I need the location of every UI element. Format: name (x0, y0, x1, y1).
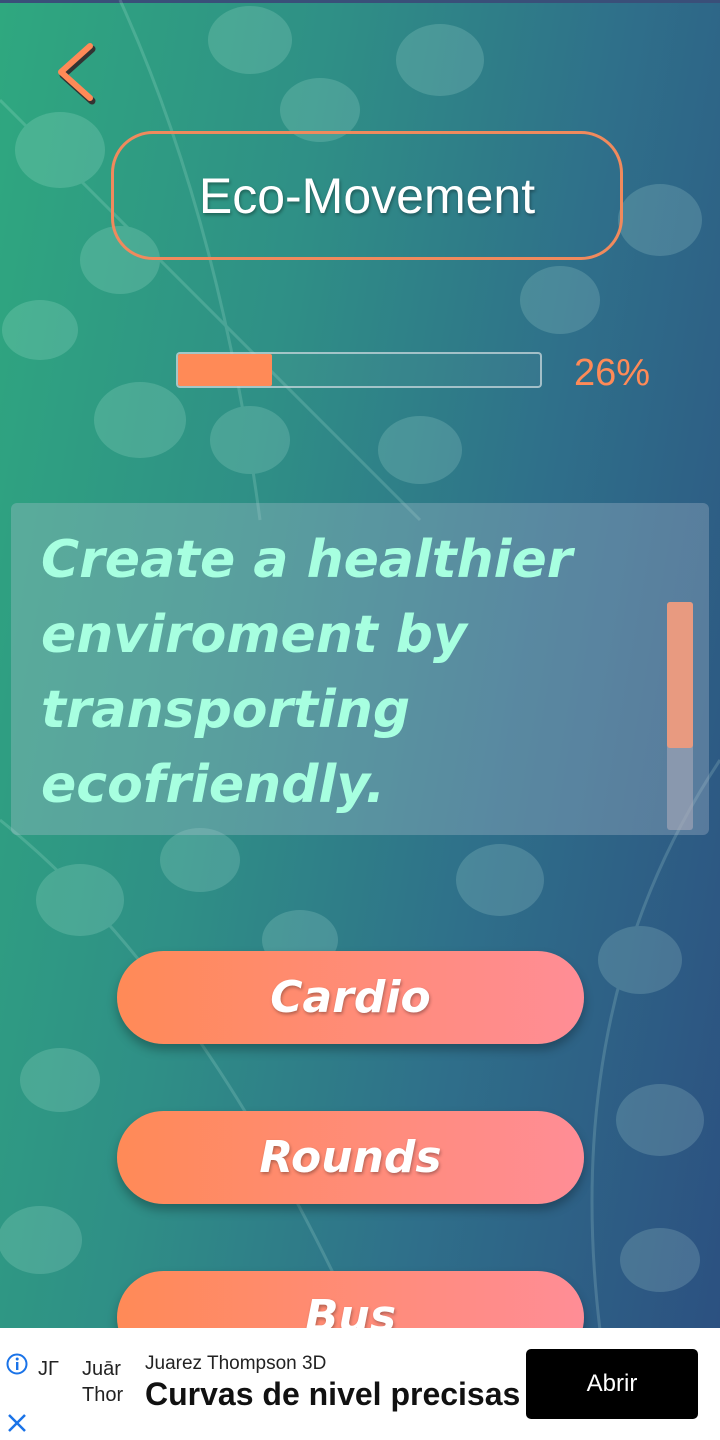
progress-bar-fill (178, 354, 273, 386)
ad-open-button[interactable]: Abrir (526, 1349, 698, 1419)
ad-advertiser-name: Juarez Thompson 3D (145, 1353, 327, 1374)
back-button[interactable] (44, 36, 108, 106)
option-button-rounds[interactable]: Rounds (117, 1111, 584, 1204)
option-button-cardio[interactable]: Cardio (117, 951, 584, 1044)
description-card[interactable]: Create a healthier enviroment by transpo… (11, 503, 709, 835)
description-scrollbar[interactable] (667, 602, 693, 830)
scrollbar-thumb[interactable] (667, 602, 693, 748)
description-text: Create a healthier enviroment by transpo… (41, 530, 573, 815)
progress-bar (176, 352, 542, 388)
info-icon[interactable] (6, 1353, 28, 1375)
ad-logo-text-line: Juār (82, 1358, 121, 1380)
ad-logo-mark: JΓ (38, 1358, 60, 1380)
page-title: Eco-Movement (111, 131, 623, 260)
top-status-line (0, 0, 720, 3)
close-icon[interactable] (6, 1412, 28, 1434)
ad-logo-text-line: Thor (82, 1384, 124, 1406)
ad-headline: Curvas de nivel precisas (145, 1376, 521, 1412)
progress-percentage: 26% (574, 352, 651, 394)
ad-logo-text: Juār Thor (82, 1356, 126, 1412)
chevron-left-icon (58, 43, 96, 105)
